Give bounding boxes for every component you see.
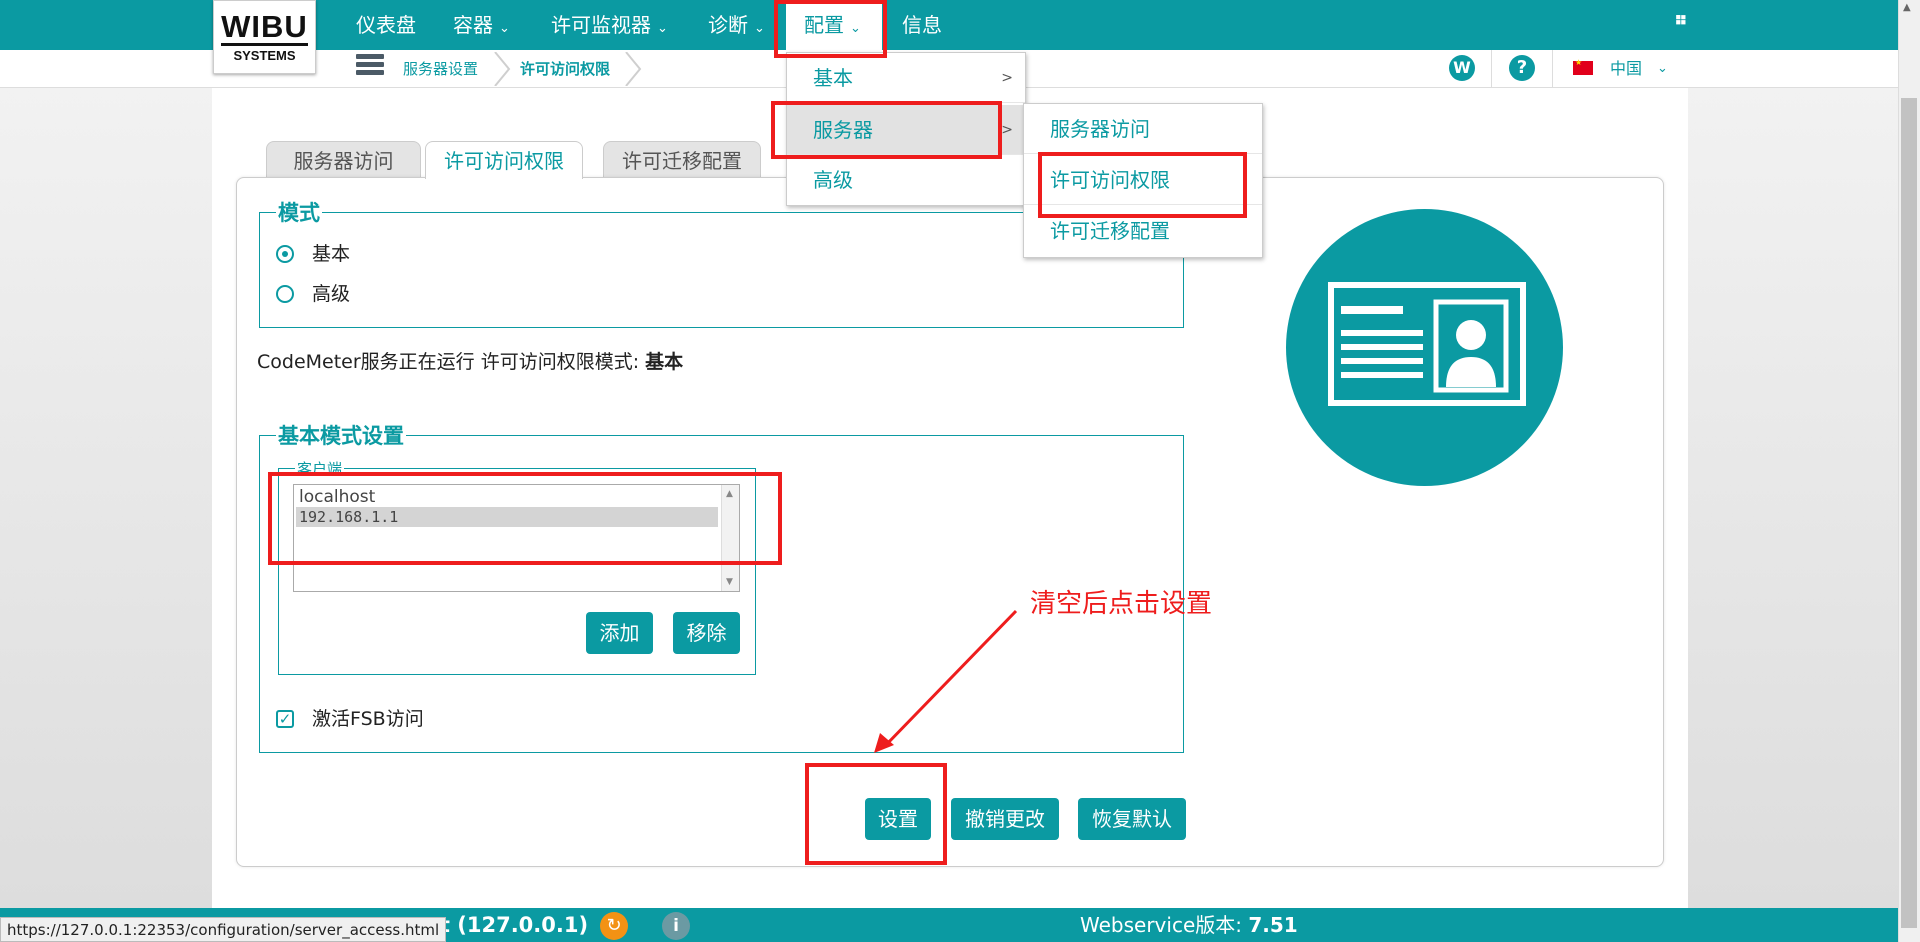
chevron-down-icon[interactable]: ⌄ [1657, 56, 1668, 82]
mode-advanced-radio[interactable] [276, 285, 294, 303]
access-mode-value: 基本 [645, 351, 684, 373]
logo-text: WIBU [221, 8, 308, 46]
nav-license-monitor-label: 许可监视器 [551, 13, 651, 37]
basic-settings-legend: 基本模式设置 [278, 424, 404, 448]
service-status-text: CodeMeter服务正在运行 许可访问权限模式: 基本 [257, 350, 683, 374]
id-card-illustration [1286, 209, 1563, 486]
tab-license-transfer[interactable]: 许可迁移配置 [603, 141, 761, 177]
breadcrumb-license-access[interactable]: 许可访问权限 [520, 56, 610, 82]
submenu-item-server-access[interactable]: 服务器访问 [1024, 104, 1262, 154]
url-tooltip: https://127.0.0.1:22353/configuration/se… [0, 917, 447, 942]
tab-license-access[interactable]: 许可访问权限 [425, 141, 583, 179]
webservice-version-value: 7.51 [1248, 913, 1298, 937]
scroll-up-icon[interactable]: ▲ [1903, 2, 1911, 13]
revert-changes-button[interactable]: 撤销更改 [951, 798, 1059, 840]
menu-item-basic-label: 基本 [813, 66, 853, 90]
mode-advanced-label[interactable]: 高级 [312, 282, 350, 306]
nav-diagnosis[interactable]: 诊断 ⌄ [708, 0, 765, 50]
menu-item-basic[interactable]: 基本 > [787, 53, 1025, 103]
remove-client-button[interactable]: 移除 [673, 612, 740, 654]
chevron-right-icon: > [1001, 70, 1013, 86]
w-icon[interactable]: W [1449, 55, 1475, 81]
mode-basic-radio[interactable] [276, 245, 294, 263]
highlight-client-list [268, 472, 782, 565]
divider [1491, 50, 1492, 88]
breadcrumb-separator-icon [625, 52, 642, 86]
mode-legend: 模式 [278, 201, 320, 225]
nav-containers[interactable]: 容器 ⌄ [453, 0, 510, 50]
tab-server-access[interactable]: 服务器访问 [266, 141, 421, 177]
highlight-set-button [805, 763, 947, 865]
china-flag-icon[interactable] [1573, 58, 1593, 75]
nav-dashboard[interactable]: 仪表盘 [356, 0, 416, 50]
scroll-down-icon[interactable]: ▼ [726, 577, 733, 587]
chevron-down-icon: ⌄ [499, 21, 510, 36]
chevron-down-icon: ⌄ [754, 21, 765, 36]
chevron-down-icon: ⌄ [657, 21, 668, 36]
annotation-note: 清空后点击设置 [1030, 589, 1213, 619]
breadcrumb-separator-icon [494, 52, 511, 86]
webservice-version: Webservice版本: 7.51 [1080, 910, 1298, 940]
nav-diagnosis-label: 诊断 [708, 13, 748, 37]
nav-dashboard-label: 仪表盘 [356, 13, 416, 37]
mode-basic-label[interactable]: 基本 [312, 242, 350, 266]
menu-item-advanced-label: 高级 [813, 168, 853, 192]
highlight-server-menu [771, 101, 1002, 159]
nav-info-label: 信息 [902, 13, 942, 37]
fsb-checkbox[interactable]: ✓ [276, 710, 294, 728]
chevron-right-icon: > [1001, 122, 1013, 138]
divider [1552, 50, 1553, 88]
wibu-logo[interactable]: WIBU SYSTEMS [213, 0, 316, 74]
scrollbar-thumb[interactable] [1901, 98, 1917, 928]
restore-default-button[interactable]: 恢复默认 [1078, 798, 1186, 840]
nav-info[interactable]: 信息 [902, 0, 942, 50]
annotation-arrow-icon [874, 609, 1018, 753]
server-settings-icon [356, 54, 384, 76]
language-selector[interactable]: 中国 [1610, 56, 1642, 82]
logo-subtext: SYSTEMS [233, 47, 296, 63]
highlight-config-nav [774, 0, 887, 58]
breadcrumb-server-settings[interactable]: 服务器设置 [403, 56, 478, 82]
help-icon[interactable]: ? [1509, 55, 1535, 81]
nav-license-monitor[interactable]: 许可监视器 ⌄ [551, 0, 668, 50]
nav-containers-label: 容器 [453, 13, 493, 37]
menu-item-advanced[interactable]: 高级 [787, 155, 1025, 205]
id-card-icon [1328, 282, 1526, 406]
add-client-button[interactable]: 添加 [586, 612, 653, 654]
info-icon[interactable]: i [662, 912, 690, 940]
refresh-icon[interactable]: ↻ [600, 912, 628, 940]
fsb-label[interactable]: 激活FSB访问 [312, 707, 424, 731]
service-status-prefix: CodeMeter服务正在运行 许可访问权限模式: [257, 351, 646, 373]
webservice-version-label: Webservice版本: [1080, 913, 1249, 937]
highlight-license-access-item [1038, 152, 1247, 218]
